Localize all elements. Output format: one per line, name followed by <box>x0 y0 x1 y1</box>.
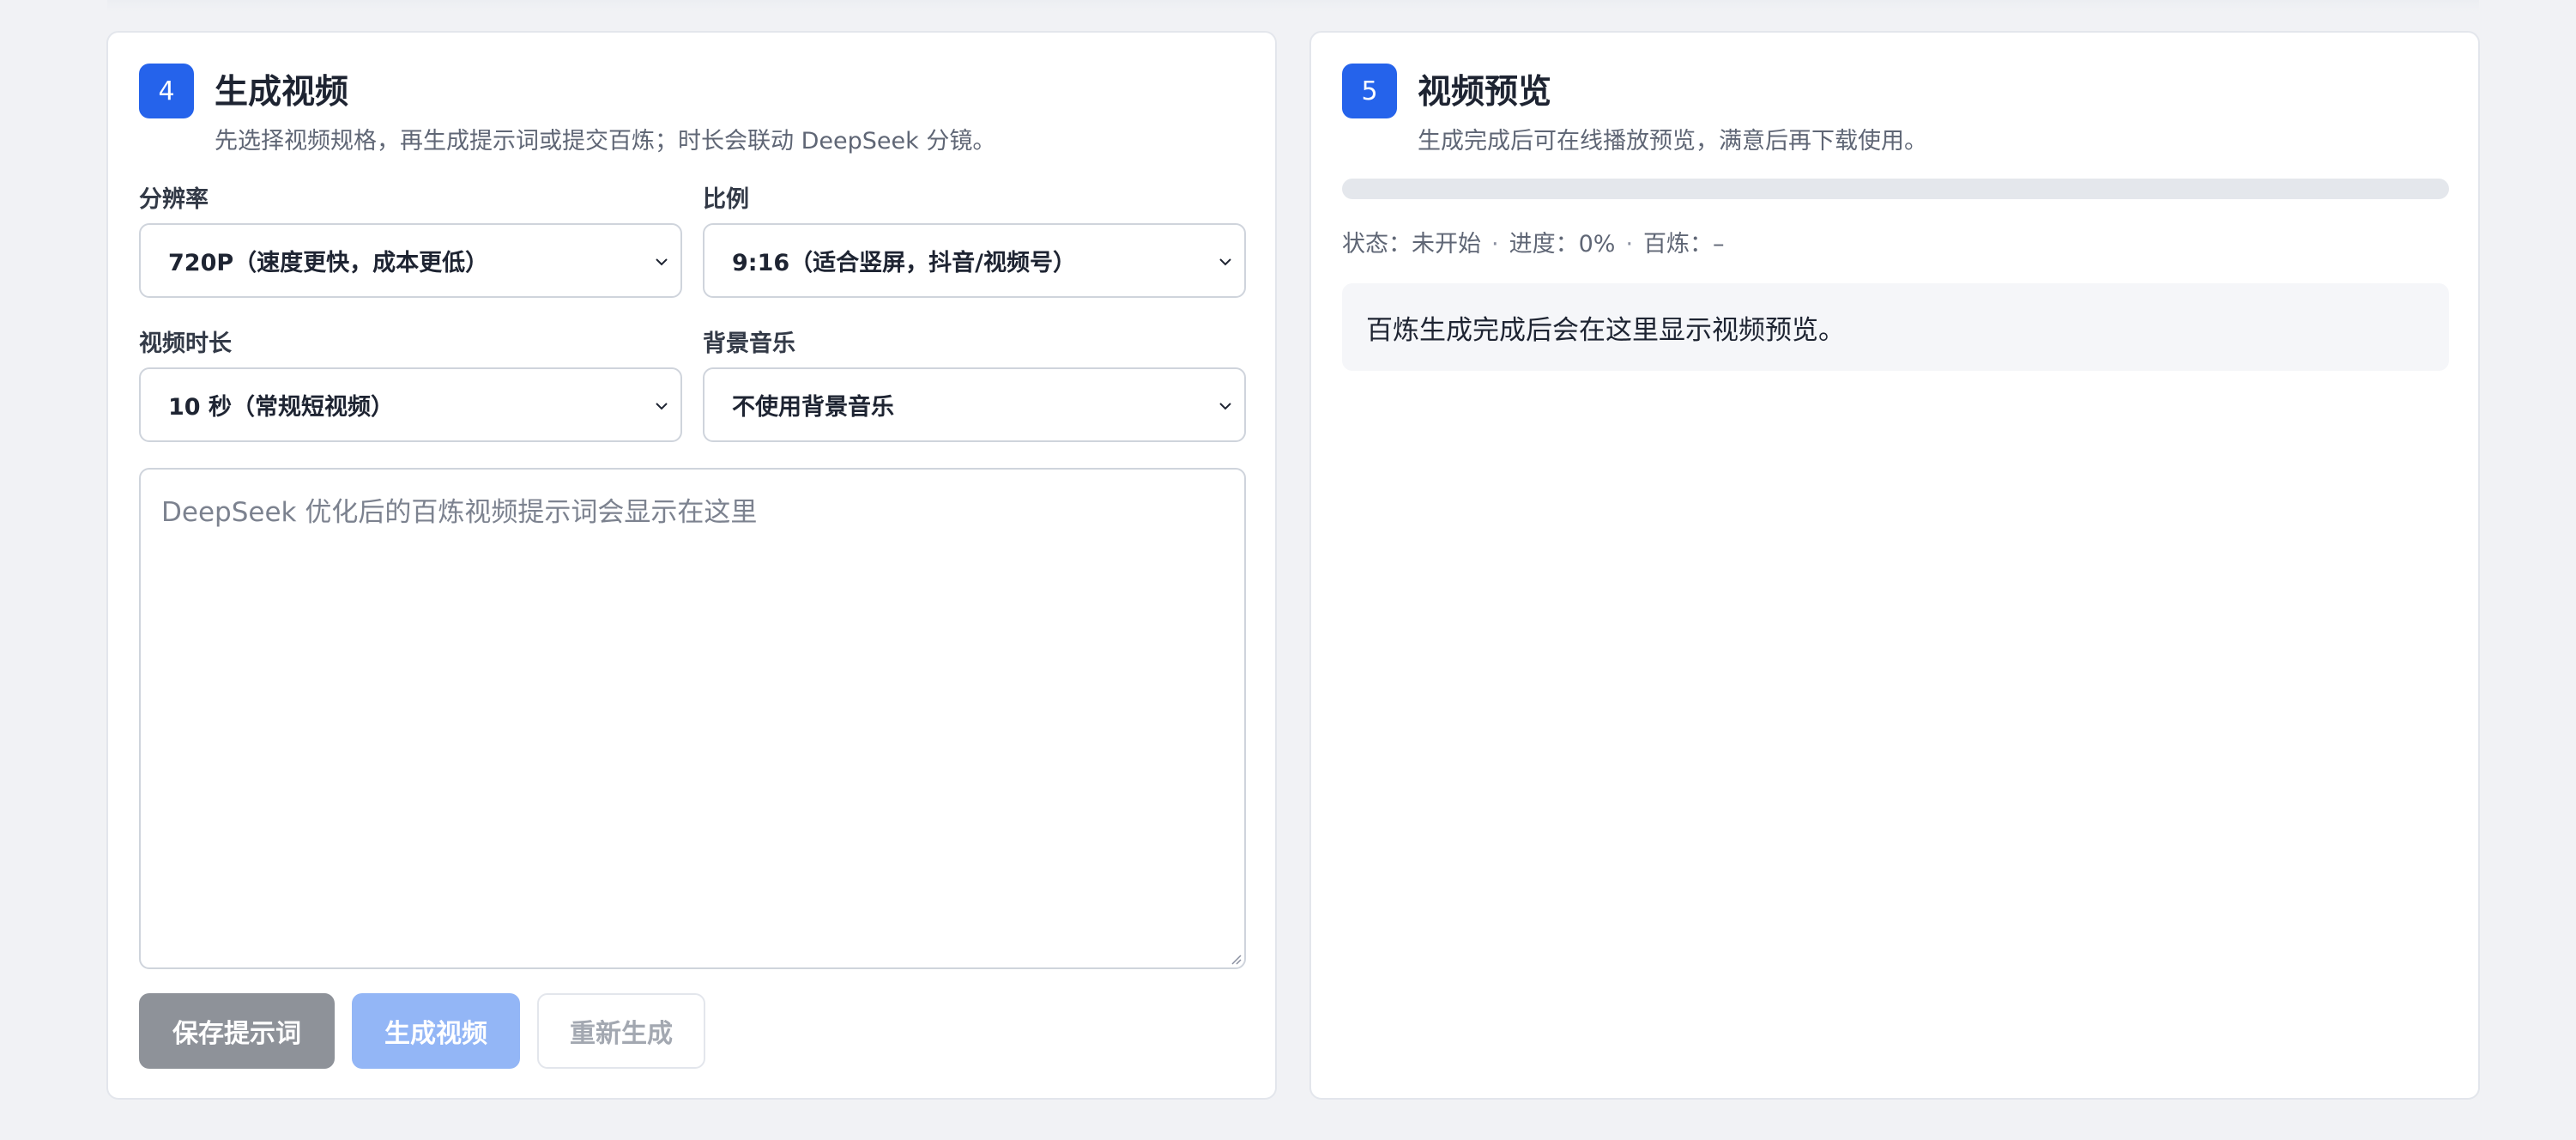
ratio-select[interactable]: 9:16（适合竖屏，抖音/视频号） <box>703 223 1246 298</box>
preview-message: 百炼生成完成后会在这里显示视频预览。 <box>1366 314 1845 346</box>
resolution-select[interactable]: 720P（速度更快，成本更低） <box>139 223 682 298</box>
resolution-label: 分辨率 <box>139 186 209 213</box>
prompt-textarea[interactable]: DeepSeek 优化后的百炼视频提示词会显示在这里 <box>139 468 1246 969</box>
status-state: 状态：未开始 <box>1342 231 1481 258</box>
card-subtitle: 先选择视频规格，再生成提示词或提交百炼；时长会联动 DeepSeek 分镜。 <box>215 128 996 155</box>
status-progress: 进度：0% <box>1509 231 1616 258</box>
card-title: 视频预览 <box>1418 73 1552 112</box>
music-select[interactable]: 不使用背景音乐 <box>703 367 1246 442</box>
progress-bar <box>1342 179 2449 199</box>
step-badge: 4 <box>139 64 194 118</box>
save-prompt-button[interactable]: 保存提示词 <box>139 993 335 1069</box>
status-separator: · <box>1491 231 1499 258</box>
video-preview-area: 百炼生成完成后会在这里显示视频预览。 <box>1342 283 2449 371</box>
regenerate-button[interactable]: 重新生成 <box>537 993 705 1069</box>
resize-grip-icon[interactable] <box>1227 950 1243 966</box>
chevron-down-icon <box>1219 258 1231 266</box>
video-preview-card: 5 视频预览 生成完成后可在线播放预览，满意后再下载使用。 状态：未开始 · 进度：… <box>1309 31 2480 1100</box>
music-value: 不使用背景音乐 <box>732 394 894 421</box>
status-separator: · <box>1625 231 1634 258</box>
card-subtitle: 生成完成后可在线播放预览，满意后再下载使用。 <box>1418 128 1927 155</box>
chevron-down-icon <box>1219 403 1231 410</box>
status-bailian: 百炼：– <box>1643 231 1725 258</box>
duration-select[interactable]: 10 秒（常规短视频） <box>139 367 682 442</box>
music-label: 背景音乐 <box>703 330 795 357</box>
chevron-down-icon <box>656 258 668 266</box>
duration-label: 视频时长 <box>139 330 232 357</box>
prompt-placeholder: DeepSeek 优化后的百炼视频提示词会显示在这里 <box>161 497 758 528</box>
resolution-value: 720P（速度更快，成本更低） <box>168 250 489 276</box>
generate-video-button[interactable]: 生成视频 <box>352 993 520 1069</box>
card-title: 生成视频 <box>215 73 349 112</box>
top-strip <box>107 0 2479 12</box>
ratio-label: 比例 <box>703 186 749 213</box>
step-badge: 5 <box>1342 64 1397 118</box>
chevron-down-icon <box>656 403 668 410</box>
generate-video-card: 4 生成视频 先选择视频规格，再生成提示词或提交百炼；时长会联动 DeepSee… <box>106 31 1277 1100</box>
status-line: 状态：未开始 · 进度：0% · 百炼：– <box>1342 225 1725 258</box>
duration-value: 10 秒（常规短视频） <box>168 394 394 421</box>
ratio-value: 9:16（适合竖屏，抖音/视频号） <box>732 250 1077 276</box>
